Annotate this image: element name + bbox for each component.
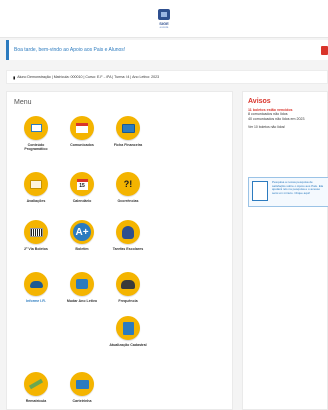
handshake-icon <box>24 272 48 296</box>
logo-icon <box>158 8 170 20</box>
menu-item-frequencia[interactable]: Frequência <box>105 272 151 303</box>
student-info-bar: ▮ Aluno Demonstração | Matrícula: 000010… <box>6 70 328 84</box>
menu-item-label: Frequência <box>118 299 138 303</box>
menu-item-atualizacao-cadastral[interactable]: Atualização Cadastral <box>105 316 151 347</box>
notices-title: Avisos <box>248 98 271 105</box>
alert-icon[interactable] <box>321 46 328 55</box>
notepad-icon <box>24 172 48 196</box>
menu-item-calendario[interactable]: 15 Calendário <box>59 172 105 203</box>
menu-item-label: Rematrícula <box>25 399 47 403</box>
menu-item-label: Conteúdo Programático <box>24 143 48 152</box>
menu-item-label: Avaliações <box>26 199 46 203</box>
menu-item-carteirinha[interactable]: Carteirinha <box>59 372 105 403</box>
menu-item-label: Informe I.R. <box>26 299 46 303</box>
menu-item-ocorrencias[interactable]: ?! Ocorrências <box>105 172 151 203</box>
presentation-board-icon <box>24 116 48 140</box>
people-group-icon <box>116 272 140 296</box>
menu-item-avaliacoes[interactable]: Avaliações <box>13 172 59 203</box>
notices-panel: Avisos 11 boletos estão vencidos 8 comun… <box>242 91 328 410</box>
menu-item-label: Carteirinha <box>72 399 92 403</box>
menu-item-label: Boletim <box>75 247 89 251</box>
menu-item-informe-ir[interactable]: Informe I.R. <box>13 272 59 303</box>
survey-text: Pesquisa a nossa pesquisa de satisfação … <box>272 180 324 195</box>
unread-boletos-link[interactable]: Ver 10 boletos não lidos! <box>248 125 327 129</box>
school-desk-icon <box>70 272 94 296</box>
menu-item-label: Comunicados <box>70 143 94 147</box>
menu-item-label: Ocorrências <box>117 199 139 203</box>
grade-a-plus-icon: A+ <box>70 220 94 244</box>
menu-item-boletim[interactable]: A+ Boletim <box>59 220 105 251</box>
notice-line[interactable]: 40 comunicados não lidos em 2023 <box>248 117 327 121</box>
barcode-icon <box>24 220 48 244</box>
id-card-icon <box>70 372 94 396</box>
menu-item-label: Mudar Ano Letivo <box>66 299 98 303</box>
welcome-banner: Boa tarde, bem-vindo ao Apoio aos Pais e… <box>6 40 328 60</box>
menu-item-tarefas-escolares[interactable]: Tarefas Escolares <box>105 220 151 251</box>
menu-item-conteudo-programatico[interactable]: Conteúdo Programático <box>13 116 59 152</box>
calendar-icon: 15 <box>70 172 94 196</box>
menu-title: Menu <box>14 99 32 106</box>
top-bar: SIGE escola <box>0 0 328 38</box>
menu-panel: Menu Conteúdo Programático Comunicados F… <box>6 91 233 410</box>
calendar-day: 15 <box>76 178 88 190</box>
pencil-icon <box>24 372 48 396</box>
message-card-icon <box>70 116 94 140</box>
menu-item-label: Tarefas Escolares <box>112 247 144 251</box>
menu-item-label: Calendário <box>72 199 92 203</box>
school-logo[interactable]: SIGE escola <box>147 4 181 34</box>
survey-banner[interactable]: Pesquisa a nossa pesquisa de satisfação … <box>248 177 328 207</box>
finance-screen-icon <box>116 116 140 140</box>
ocorrencias-glyph: ?! <box>123 179 133 189</box>
document-edit-icon <box>116 316 140 340</box>
menu-item-mudar-ano-letivo[interactable]: Mudar Ano Letivo <box>59 272 105 303</box>
clipboard-icon <box>252 181 268 201</box>
boletim-glyph: A+ <box>73 223 91 241</box>
menu-item-label: Atualização Cadastral <box>109 343 147 347</box>
logo-subtext: escola <box>159 24 169 29</box>
menu-item-rematricula[interactable]: Rematrícula <box>13 372 59 403</box>
head-gears-icon <box>116 220 140 244</box>
menu-item-label: Ficha Financeira <box>113 143 143 147</box>
menu-item-label: 2ª Via Boletos <box>24 247 48 251</box>
student-info-text: Aluno Demonstração | Matrícula: 000010 |… <box>17 75 160 79</box>
question-exclamation-icon: ?! <box>116 172 140 196</box>
menu-item-comunicados[interactable]: Comunicados <box>59 116 105 147</box>
menu-item-ficha-financeira[interactable]: Ficha Financeira <box>105 116 151 147</box>
welcome-message: Boa tarde, bem-vindo ao Apoio aos Pais e… <box>14 47 126 53</box>
menu-item-2via-boletos[interactable]: 2ª Via Boletos <box>13 220 59 251</box>
student-icon: ▮ <box>13 74 16 80</box>
